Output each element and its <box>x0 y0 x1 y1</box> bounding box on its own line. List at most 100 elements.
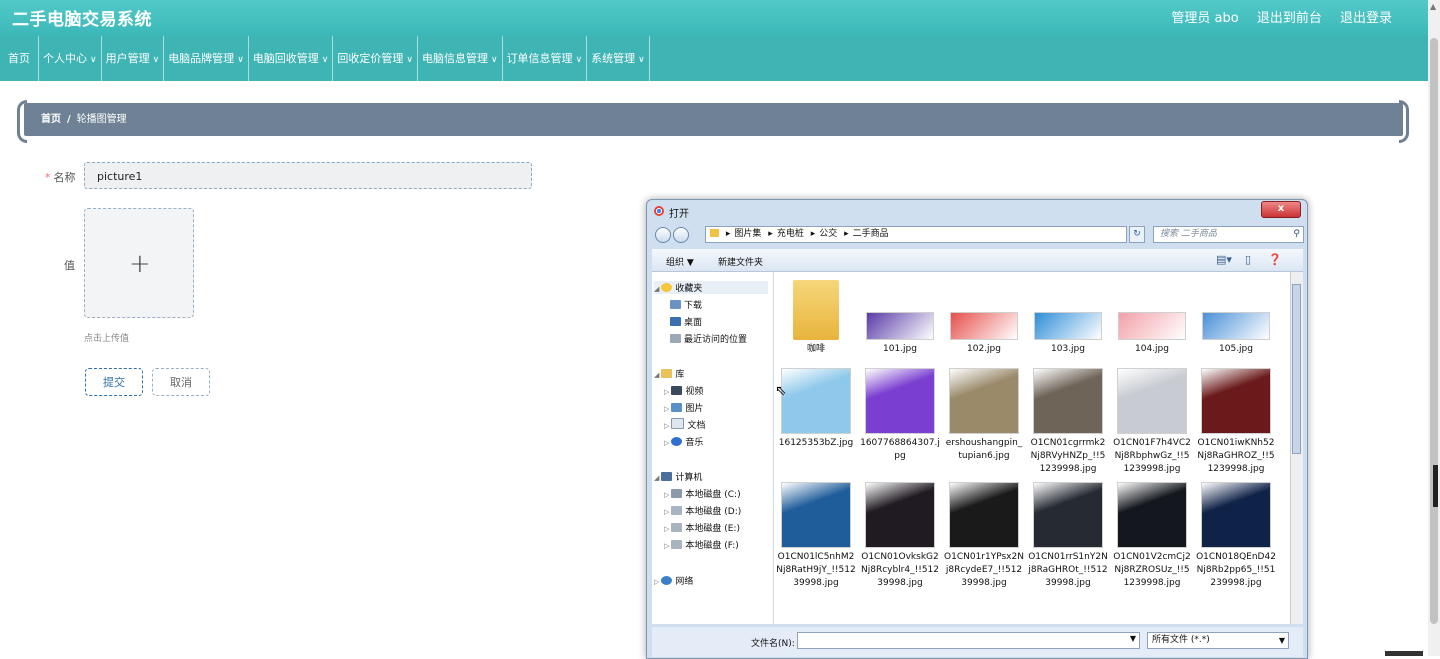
drive-icon <box>671 489 683 498</box>
tree-documents[interactable]: ▷ 文档 <box>664 418 705 431</box>
help-icon[interactable]: ❓ <box>1268 253 1282 266</box>
download-folder-icon <box>670 300 681 309</box>
tree-music[interactable]: ▷ 音乐 <box>664 435 703 448</box>
nav-brand-management[interactable]: 电脑品牌管理 ∨ <box>164 36 249 81</box>
preview-pane-icon[interactable]: ▯ <box>1245 253 1251 266</box>
tree-videos[interactable]: ▷ 视频 <box>664 384 703 397</box>
upload-hint: 点击上传值 <box>84 334 130 344</box>
file-item[interactable]: ershoushangpin_tupian6.jpg <box>944 368 1024 463</box>
nav-recycle-management[interactable]: 电脑回收管理 ∨ <box>249 36 334 81</box>
side-grip <box>1433 465 1438 507</box>
tree-downloads[interactable]: 下载 <box>670 298 702 311</box>
file-item[interactable]: O1CN01iwKNh52Nj8RaGHROZ_!!51239998.jpg <box>1196 368 1276 476</box>
file-item[interactable]: 1607768864307.jpg <box>860 368 940 463</box>
nav-user-management[interactable]: 用户管理 ∨ <box>102 36 165 81</box>
file-item[interactable]: O1CN01OvkskG2Nj8Rcyblr4_!!51239998.jpg <box>860 482 940 590</box>
file-item[interactable]: 104.jpg <box>1112 280 1192 356</box>
image-uploader[interactable]: + <box>84 208 194 318</box>
page-scrollbar[interactable]: ▲ <box>1428 0 1440 656</box>
nav-pricing-management[interactable]: 回收定价管理 ∨ <box>333 36 418 81</box>
submit-button[interactable]: 提交 <box>85 368 143 396</box>
file-item[interactable]: O1CN01V2cmCj2Nj8RZROSUz_!!51239998.jpg <box>1112 482 1192 590</box>
nav-computer-info[interactable]: 电脑信息管理 ∨ <box>418 36 503 81</box>
nav-order-info[interactable]: 订单信息管理 ∨ <box>503 36 588 81</box>
file-list-scrollbar[interactable] <box>1290 272 1303 624</box>
dialog-title: 打开 <box>669 209 689 220</box>
file-item[interactable]: O1CN018QEnD42Nj8Rb2pp65_!!51239998.jpg <box>1196 482 1276 590</box>
file-name: O1CN01V2cmCj2Nj8RZROSUz_!!51239998.jpg <box>1113 552 1191 588</box>
organize-menu[interactable]: 组织 ▼ <box>666 255 694 268</box>
path-segment[interactable]: 充电桩 <box>777 229 804 239</box>
view-icon[interactable]: ▤▾ <box>1216 253 1232 266</box>
image-thumbnail-icon <box>1202 312 1270 340</box>
name-input[interactable]: picture1 <box>84 162 532 189</box>
file-item[interactable]: 101.jpg <box>860 280 940 356</box>
scrollbar-thumb[interactable] <box>1430 38 1438 624</box>
nav-personal-center[interactable]: 个人中心 ∨ <box>39 36 102 81</box>
nav-home[interactable]: 首页 <box>0 36 39 81</box>
image-thumbnail-icon <box>865 482 935 548</box>
folder-item[interactable]: 咖啡 <box>776 280 856 356</box>
search-input[interactable]: 搜索 二手商品 ⚲ <box>1153 226 1304 243</box>
chevron-down-icon: ∨ <box>321 55 329 65</box>
tree-libraries[interactable]: ◢ 库 <box>654 367 684 380</box>
path-segment[interactable]: 图片集 <box>734 229 761 239</box>
path-box[interactable]: ▸ 图片集 ▸ 充电桩 ▸ 公交 ▸ 二手商品 <box>705 226 1127 243</box>
tree-favorites[interactable]: ◢ 收藏夹 <box>654 281 768 294</box>
drive-icon <box>671 523 683 532</box>
tree-drive-c[interactable]: ▷ 本地磁盘 (C:) <box>664 487 741 500</box>
path-segment[interactable]: 公交 <box>819 229 837 239</box>
chevron-down-icon: ∨ <box>237 55 244 65</box>
image-thumbnail-icon <box>950 312 1018 340</box>
image-thumbnail-icon <box>1118 312 1186 340</box>
scroll-up-icon[interactable]: ▲ <box>1430 2 1436 11</box>
image-thumbnail-icon <box>1034 312 1102 340</box>
file-item[interactable]: O1CN01rrS1nY2Nj8RaGHROt_!!51239998.jpg <box>1028 482 1108 590</box>
file-name: O1CN018QEnD42Nj8Rb2pp65_!!51239998.jpg <box>1196 552 1276 588</box>
refresh-icon[interactable]: ↻ <box>1129 226 1145 243</box>
path-segment[interactable]: 二手商品 <box>853 229 889 239</box>
tree-network[interactable]: ▷ 网络 <box>654 574 693 587</box>
file-name: O1CN01iwKNh52Nj8RaGHROZ_!!51239998.jpg <box>1197 438 1275 474</box>
file-item[interactable]: 103.jpg <box>1028 280 1108 356</box>
tree-drive-f[interactable]: ▷ 本地磁盘 (F:) <box>664 538 739 551</box>
tree-desktop[interactable]: 桌面 <box>670 315 702 328</box>
image-thumbnail-icon <box>949 482 1019 548</box>
tree-drive-d[interactable]: ▷ 本地磁盘 (D:) <box>664 504 741 517</box>
file-item[interactable]: O1CN01r1YPsx2Nj8RcydeE7_!!51239998.jpg <box>944 482 1024 590</box>
tree-pictures[interactable]: ▷ 图片 <box>664 401 703 414</box>
tree-drive-e[interactable]: ▷ 本地磁盘 (E:) <box>664 521 740 534</box>
filename-input[interactable]: ▼ <box>797 632 1140 649</box>
file-item[interactable]: 102.jpg <box>944 280 1024 356</box>
value-label: 值 <box>64 259 75 272</box>
nav-system-management[interactable]: 系统管理 ∨ <box>587 36 650 81</box>
breadcrumb: 首页 / 轮播图管理 <box>24 103 1403 136</box>
back-to-front-link[interactable]: 退出到前台 <box>1257 11 1322 26</box>
tree-computer[interactable]: ◢ 计算机 <box>654 470 702 483</box>
logout-link[interactable]: 退出登录 <box>1340 11 1392 26</box>
file-name: 102.jpg <box>967 344 1001 354</box>
chevron-down-icon[interactable]: ▼ <box>1130 634 1136 643</box>
top-header: 二手电脑交易系统 管理员 abo 退出到前台 退出登录 <box>0 0 1428 36</box>
file-item[interactable]: O1CN01cgrrmk2Nj8RVyHNZp_!!51239998.jpg <box>1028 368 1108 476</box>
search-icon[interactable]: ⚲ <box>1293 227 1300 242</box>
image-thumbnail-icon <box>1117 482 1187 548</box>
breadcrumb-home[interactable]: 首页 <box>41 114 61 125</box>
star-icon <box>661 283 673 292</box>
file-name: ershoushangpin_tupian6.jpg <box>945 438 1023 461</box>
file-item[interactable]: 105.jpg <box>1196 280 1276 356</box>
file-item[interactable]: O1CN01F7h4VC2Nj8RbphwGz_!!51239998.jpg <box>1112 368 1192 476</box>
tree-recent[interactable]: 最近访问的位置 <box>670 332 747 345</box>
new-folder-button[interactable]: 新建文件夹 <box>718 255 763 268</box>
file-item[interactable]: 16125353bZ.jpg <box>776 368 856 450</box>
filetype-select[interactable]: 所有文件 (*.*) ▼ <box>1147 632 1289 649</box>
desktop-icon <box>670 317 681 326</box>
forward-icon[interactable] <box>673 227 689 243</box>
chevron-down-icon: ∨ <box>406 55 413 65</box>
back-icon[interactable] <box>655 227 671 243</box>
file-item[interactable]: O1CN01lC5nhM2Nj8RatH9jY_!!51239998.jpg <box>776 482 856 590</box>
cancel-button[interactable]: 取消 <box>152 368 210 396</box>
file-name: 104.jpg <box>1135 344 1169 354</box>
scrollbar-thumb[interactable] <box>1292 284 1301 454</box>
close-button[interactable]: x <box>1261 201 1301 218</box>
